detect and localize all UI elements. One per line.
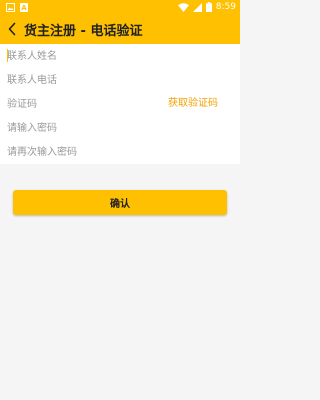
verification-code-input[interactable]	[7, 95, 157, 113]
get-code-button[interactable]: 获取验证码	[168, 92, 218, 116]
confirm-button[interactable]: 确认	[13, 190, 227, 215]
battery-icon	[205, 2, 212, 12]
signal-icon	[192, 2, 202, 12]
password-input[interactable]	[7, 119, 157, 137]
password-row	[0, 116, 240, 140]
back-button[interactable]	[0, 14, 24, 44]
contact-name-input[interactable]	[7, 47, 157, 65]
image-icon	[6, 2, 15, 12]
status-bar: A 8:59	[0, 0, 240, 14]
status-time: 8:59	[215, 1, 236, 12]
app-bar: 货主注册 - 电话验证	[0, 14, 240, 44]
page-title: 货主注册 - 电话验证	[24, 23, 143, 39]
registration-form: 获取验证码	[0, 44, 240, 164]
status-right-icons: 8:59	[177, 1, 236, 12]
wifi-icon	[177, 2, 189, 12]
notification-icon: A	[20, 2, 28, 12]
contact-name-row	[0, 44, 240, 68]
text-cursor	[7, 49, 8, 62]
contact-phone-input[interactable]	[7, 71, 157, 89]
status-left-icons: A	[6, 2, 28, 12]
contact-phone-row	[0, 68, 240, 92]
svg-text:A: A	[21, 4, 27, 12]
password-confirm-input[interactable]	[7, 143, 157, 161]
chevron-left-icon	[8, 22, 16, 36]
verification-code-row: 获取验证码	[0, 92, 240, 116]
password-confirm-row	[0, 140, 240, 164]
